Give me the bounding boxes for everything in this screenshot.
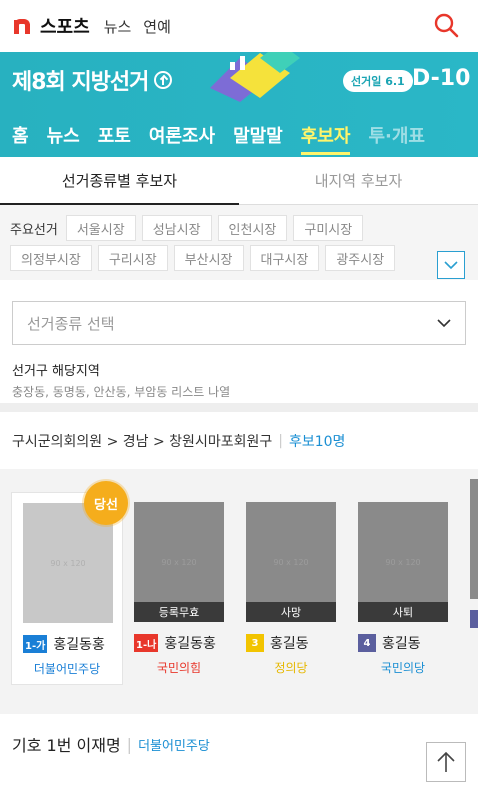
chevron-down-icon	[437, 319, 451, 328]
election-type-select[interactable]: 선거종류 선택	[12, 301, 466, 345]
chip-seongnam[interactable]: 성남시장	[141, 215, 212, 241]
candidate-detail-title: 기호 1번 이재명	[12, 736, 121, 755]
chip-guri[interactable]: 구리시장	[97, 245, 168, 271]
tab-news[interactable]: 뉴스	[47, 122, 80, 155]
candidate-card[interactable]: 90 x 120 등록무효 1-나 홍길동홍 국민의힘	[123, 492, 235, 685]
dday-counter: D-10	[412, 66, 471, 91]
chip-uijeongbu[interactable]: 의정부시장	[10, 245, 92, 271]
candidate-name: 홍길동	[382, 636, 421, 652]
tab-photo[interactable]: 포토	[98, 122, 131, 155]
photo-placeholder: 90 x 120	[385, 557, 421, 567]
divider: |	[126, 734, 133, 754]
candidate-photo: 90 x 120 사퇴	[358, 502, 448, 622]
search-icon[interactable]	[432, 11, 460, 39]
tab-my-region[interactable]: 내지역 후보자	[239, 157, 478, 204]
candidate-card[interactable]: 90 x 120 당선 1-가 홍길동홍 더불어민주당	[11, 481, 128, 685]
top-header: 스포츠 뉴스 연예	[0, 0, 478, 52]
banner-title[interactable]: 제8회 지방선거	[12, 64, 173, 96]
banner-title-text: 제8회 지방선거	[12, 70, 149, 95]
tab-candidates[interactable]: 후보자	[300, 122, 351, 155]
scroll-top-button[interactable]	[426, 742, 466, 782]
candidate-name: 홍길동홍	[164, 636, 216, 652]
candidate-party: 국민의당	[380, 661, 426, 675]
tab-quotes[interactable]: 말말말	[233, 122, 283, 155]
district-label: 선거구 해당지역	[12, 364, 100, 379]
chip-seoul[interactable]: 서울시장	[65, 215, 136, 241]
section-divider	[0, 403, 478, 412]
brand-title[interactable]: 스포츠	[40, 13, 90, 39]
major-election-chips: 주요선거 서울시장 성남시장 인천시장 구미시장 의정부시장 구리시장 부산시장…	[0, 205, 478, 280]
select-area: 선거종류 선택	[0, 280, 478, 346]
chip-daegu[interactable]: 대구시장	[249, 245, 320, 271]
candidate-number: 4	[358, 634, 376, 652]
tab-by-election-type[interactable]: 선거종류별 후보자	[0, 157, 239, 205]
candidate-number: 3	[246, 634, 264, 652]
winner-badge: 당선	[84, 481, 128, 525]
chip-busan[interactable]: 부산시장	[173, 245, 244, 271]
nav-link-entertainment[interactable]: 연예	[143, 16, 171, 37]
banner-nav: 홈 뉴스 포토 여론조사 말말말 후보자 투·개표	[0, 122, 443, 155]
photo-placeholder: 90 x 120	[161, 557, 197, 567]
sub-tabs: 선거종류별 후보자 내지역 후보자	[0, 157, 478, 205]
breadcrumb: 구시군의회의원 > 경남 > 창원시마포회원구 | 후보10명	[0, 412, 478, 469]
candidate-track: 90 x 120 당선 1-가 홍길동홍 더불어민주당 90 x 120 등록무…	[11, 481, 459, 685]
tab-vote-count[interactable]: 투·개표	[368, 122, 425, 155]
candidate-detail-party: 더불어민주당	[138, 738, 210, 754]
status-badge: 등록무효	[134, 602, 224, 622]
candidate-party: 국민의힘	[156, 661, 202, 675]
candidate-party: 더불어민주당	[33, 662, 101, 676]
candidate-card[interactable]: 90 x 120 사퇴 4 홍길동 국민의당	[347, 492, 459, 685]
candidate-number: 1-가	[23, 635, 48, 653]
chip-gwangju[interactable]: 광주시장	[325, 245, 396, 271]
candidate-carousel[interactable]: 90 x 120 당선 1-가 홍길동홍 더불어민주당 90 x 120 등록무…	[0, 469, 478, 714]
district-desc: 충장동, 동명동, 안산동, 부암동 리스트 나열	[12, 385, 231, 399]
chevron-down-icon	[444, 261, 458, 270]
breadcrumb-text: 구시군의회의원 > 경남 > 창원시마포회원구	[12, 433, 273, 450]
chip-gumi[interactable]: 구미시장	[293, 215, 364, 241]
candidate-name: 홍길동홍	[53, 637, 105, 653]
district-info: 선거구 해당지역 충장동, 동명동, 안산동, 부암동 리스트 나열	[0, 346, 478, 403]
candidate-count: 후보10명	[288, 433, 346, 450]
arrow-up-icon	[437, 751, 455, 772]
expand-chips-button[interactable]	[437, 251, 465, 279]
candidate-card[interactable]: 90 x 120 사망 3 홍길동 정의당	[235, 492, 347, 685]
arrow-up-circle-icon	[154, 71, 173, 89]
tab-home[interactable]: 홈	[12, 122, 29, 155]
photo-placeholder: 90 x 120	[50, 558, 86, 568]
chips-label: 주요선거	[10, 222, 58, 238]
divider: |	[278, 432, 283, 449]
candidate-number: 1-나	[134, 634, 159, 652]
candidate-party: 정의당	[274, 661, 308, 675]
tab-polls[interactable]: 여론조사	[149, 122, 215, 155]
next-card-number-peek	[470, 610, 478, 628]
election-date-badge: 선거일 6.1	[343, 70, 413, 92]
election-banner: 제8회 지방선거 선거일 6.1 D-10 홈 뉴스 포토 여론조사 말말말 후…	[0, 52, 478, 157]
status-badge: 사망	[246, 602, 336, 622]
status-badge: 사퇴	[358, 602, 448, 622]
select-placeholder: 선거종류 선택	[27, 314, 115, 333]
naver-logo-icon[interactable]	[12, 16, 32, 36]
photo-placeholder: 90 x 120	[273, 557, 309, 567]
candidate-name: 홍길동	[270, 636, 309, 652]
candidate-photo: 90 x 120 사망	[246, 502, 336, 622]
candidate-detail-header: 기호 1번 이재명 | 더불어민주당	[0, 714, 478, 774]
decoration-graphic	[210, 52, 300, 102]
nav-link-news[interactable]: 뉴스	[104, 16, 132, 37]
chip-incheon[interactable]: 인천시장	[217, 215, 288, 241]
candidate-photo: 90 x 120 등록무효	[134, 502, 224, 622]
next-card-peek	[470, 479, 478, 599]
